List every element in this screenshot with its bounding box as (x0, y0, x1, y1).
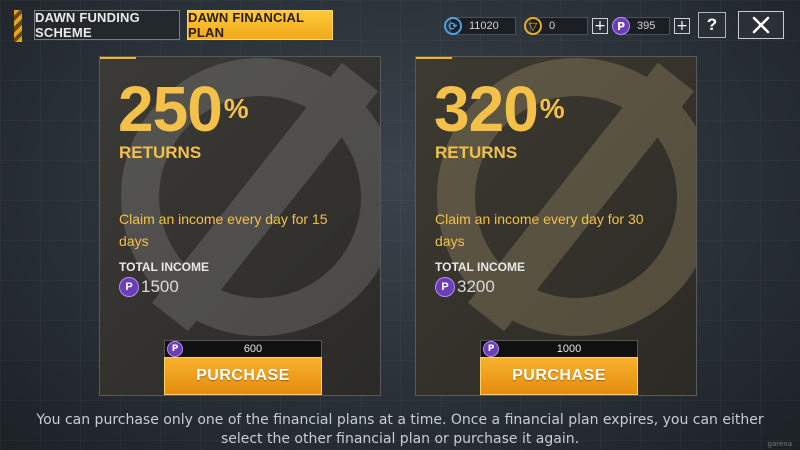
tab-dawn-financial-plan[interactable]: DAWN FINANCIAL PLAN (187, 10, 333, 40)
purchase-button[interactable]: PURCHASE (480, 357, 638, 395)
close-icon (752, 16, 770, 34)
add-gold-button[interactable]: + (592, 18, 608, 34)
tab-dawn-funding-scheme[interactable]: DAWN FUNDING SCHEME (34, 10, 180, 40)
purple-coin-icon: P (483, 341, 499, 357)
price-tag: P 1000 (480, 340, 638, 358)
purple-coin-icon: P (612, 17, 630, 35)
returns-percent: 250% (118, 73, 249, 145)
plan-description: Claim an income every day for 30 days (435, 211, 644, 249)
purchase-button[interactable]: PURCHASE (164, 357, 322, 395)
currency-purple-coins: P 395 + (612, 16, 690, 36)
top-bar: DAWN FUNDING SCHEME DAWN FINANCIAL PLAN … (0, 0, 800, 44)
purple-coin-icon: P (435, 277, 455, 297)
help-button[interactable]: ? (698, 12, 726, 38)
total-income-value: P 3200 (435, 277, 495, 297)
plan-card-250: 250% RETURNS Claim an income every day f… (99, 56, 381, 396)
plan-card-320: 320% RETURNS Claim an income every day f… (415, 56, 697, 396)
returns-label: RETURNS (119, 143, 202, 162)
hazard-stripe (14, 10, 22, 42)
purple-coin-icon: P (119, 277, 139, 297)
purple-coin-icon: P (167, 341, 183, 357)
refresh-coin-icon: ⟳ (444, 17, 462, 35)
gold-coin-icon: ▽ (524, 17, 542, 35)
total-income-label: TOTAL INCOME (435, 260, 525, 274)
total-income-label: TOTAL INCOME (119, 260, 209, 274)
close-button[interactable] (738, 11, 784, 39)
info-footer-text: You can purchase only one of the financi… (36, 412, 764, 447)
returns-percent: 320% (434, 73, 565, 145)
add-purple-button[interactable]: + (674, 18, 690, 34)
currency-gold-coins: ▽ 0 + (524, 16, 608, 36)
price-tag: P 600 (164, 340, 322, 358)
currency-refresh-coins: ⟳ 11020 (444, 16, 516, 36)
total-income-value: P 1500 (119, 277, 179, 297)
returns-label: RETURNS (435, 143, 518, 162)
corner-watermark: garena (767, 440, 793, 448)
plan-description: Claim an income every day for 15 days (119, 211, 328, 249)
